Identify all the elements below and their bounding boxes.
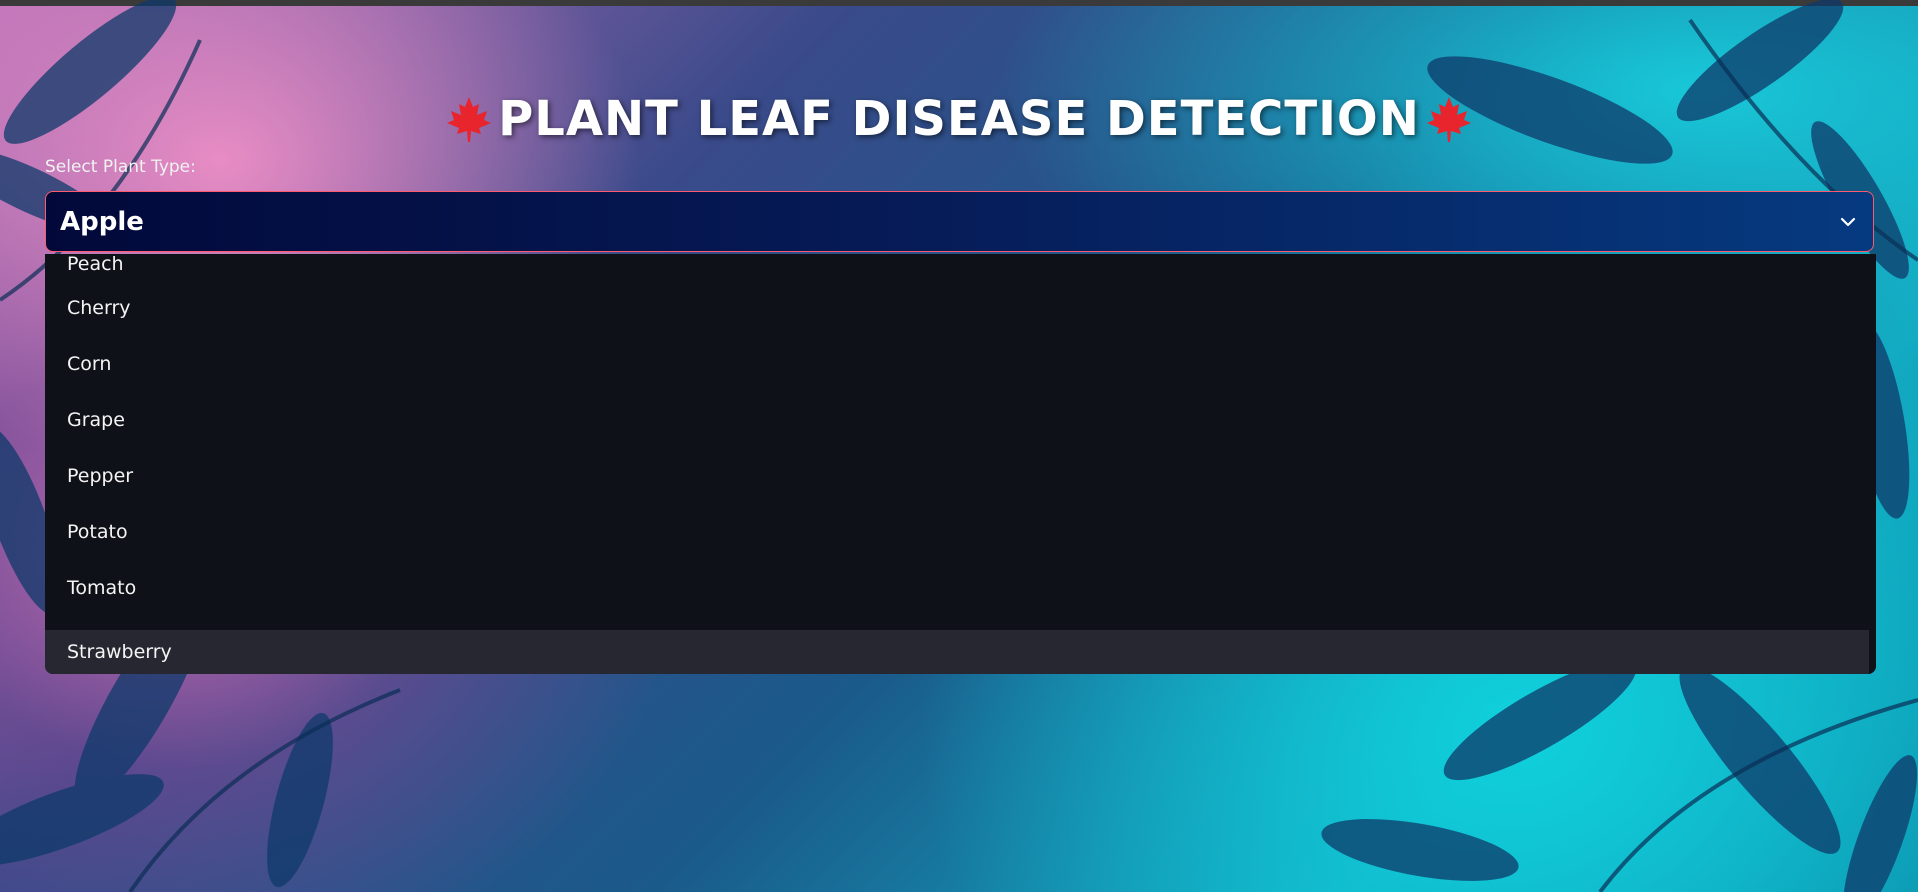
maple-leaf-icon [1426,97,1471,142]
option-corn[interactable]: Corn [45,342,1869,386]
chevron-down-icon[interactable] [1837,211,1859,233]
page-title-text: PLANT LEAF DISEASE DETECTION [498,91,1420,147]
option-potato[interactable]: Potato [45,510,1869,554]
maple-leaf-icon [447,97,492,142]
option-tomato[interactable]: Tomato [45,566,1869,610]
plant-type-label: Select Plant Type: [45,157,196,177]
page-title: PLANT LEAF DISEASE DETECTION [0,88,1918,147]
top-bar [0,0,1918,6]
plant-type-dropdown-list[interactable]: Peach Cherry Corn Grape Pepper Potato To… [45,254,1876,674]
plant-type-selected-value: Apple [60,206,144,237]
option-peach[interactable]: Peach [45,254,1869,286]
dropdown-scrollbar[interactable] [1869,254,1876,674]
option-cherry[interactable]: Cherry [45,286,1869,330]
option-grape[interactable]: Grape [45,398,1869,442]
option-strawberry[interactable]: Strawberry [45,630,1869,674]
plant-type-select[interactable]: Apple [45,191,1874,252]
option-pepper[interactable]: Pepper [45,454,1869,498]
